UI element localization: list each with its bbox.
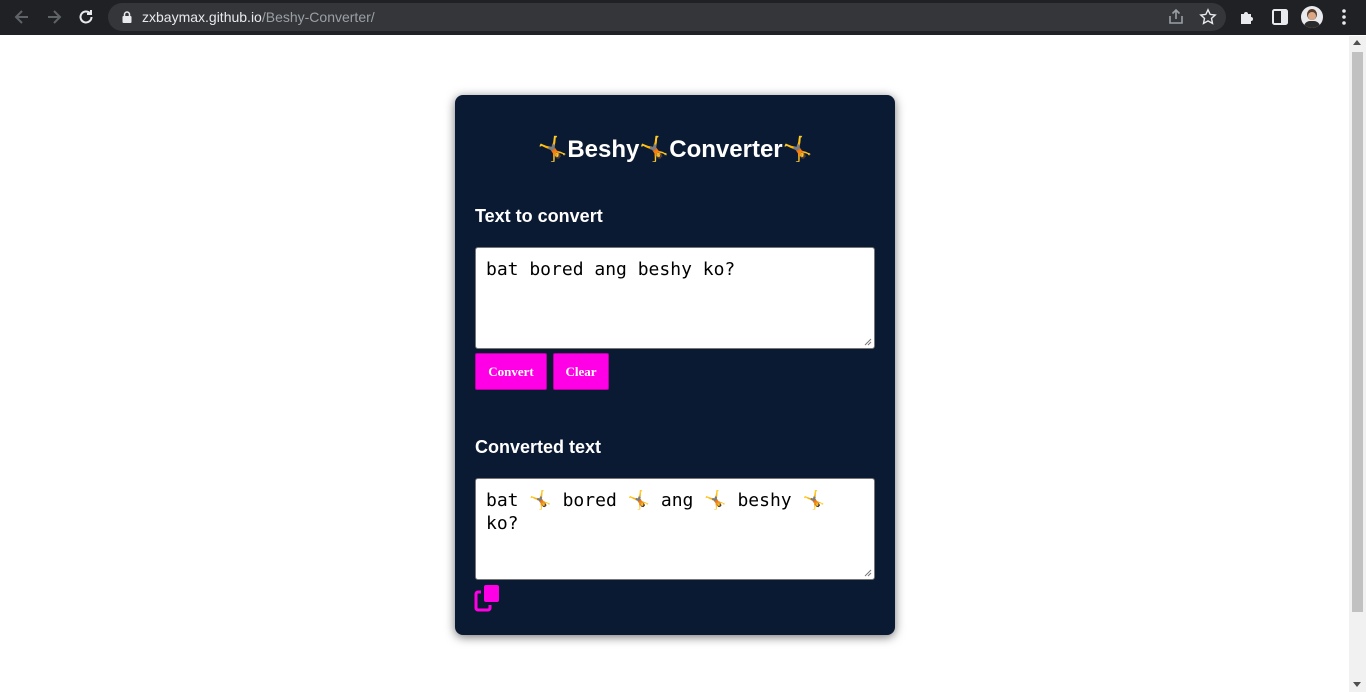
cartwheel-icon: 🤸 — [537, 135, 568, 163]
cartwheel-icon: 🤸 — [782, 135, 813, 163]
star-icon[interactable] — [1199, 8, 1217, 26]
scroll-up-arrow[interactable] — [1353, 40, 1361, 45]
url-path: /Beshy-Converter/ — [261, 9, 375, 25]
converter-card: 🤸Beshy🤸Converter🤸 Text to convert bat bo… — [455, 95, 895, 635]
input-text: bat bored ang beshy ko? — [486, 259, 736, 280]
url-host: zxbaymax.github.io — [142, 9, 262, 25]
resize-handle-icon[interactable] — [864, 569, 872, 577]
clear-button[interactable]: Clear — [553, 353, 609, 390]
browser-toolbar: zxbaymax.github.io/Beshy-Converter/ — [0, 0, 1366, 35]
scroll-thumb[interactable] — [1352, 52, 1363, 612]
arrow-right-icon — [48, 10, 62, 24]
convert-button[interactable]: Convert — [475, 353, 547, 390]
forward-button[interactable] — [38, 1, 70, 33]
back-button[interactable] — [6, 1, 38, 33]
output-label: Converted text — [475, 437, 602, 457]
reload-button[interactable] — [70, 1, 102, 33]
input-label: Text to convert — [475, 206, 603, 226]
copy-icon[interactable] — [474, 584, 502, 612]
arrow-left-icon — [14, 10, 28, 24]
profile-avatar[interactable] — [1301, 6, 1323, 28]
reload-icon — [79, 10, 93, 24]
title-word-beshy: Beshy — [567, 136, 640, 163]
puzzle-icon[interactable] — [1238, 7, 1258, 27]
title-word-converter: Converter — [669, 136, 783, 163]
address-bar[interactable]: zxbaymax.github.io/Beshy-Converter/ — [108, 3, 1226, 31]
side-panel-icon[interactable] — [1270, 7, 1290, 27]
share-icon[interactable] — [1167, 8, 1185, 26]
output-text: bat 🤸 bored 🤸 ang 🤸 beshy 🤸 ko? — [486, 490, 825, 534]
lock-icon — [122, 11, 132, 23]
kebab-menu-icon[interactable] — [1334, 7, 1354, 27]
url-text: zxbaymax.github.io/Beshy-Converter/ — [142, 9, 375, 25]
output-textarea[interactable]: bat 🤸 bored 🤸 ang 🤸 beshy 🤸 ko? — [475, 478, 875, 580]
resize-handle-icon[interactable] — [864, 338, 872, 346]
scroll-down-arrow[interactable] — [1353, 682, 1361, 687]
page-title: 🤸Beshy🤸Converter🤸 — [455, 135, 895, 164]
input-textarea[interactable]: bat bored ang beshy ko? — [475, 247, 875, 349]
cartwheel-icon: 🤸 — [639, 135, 670, 163]
